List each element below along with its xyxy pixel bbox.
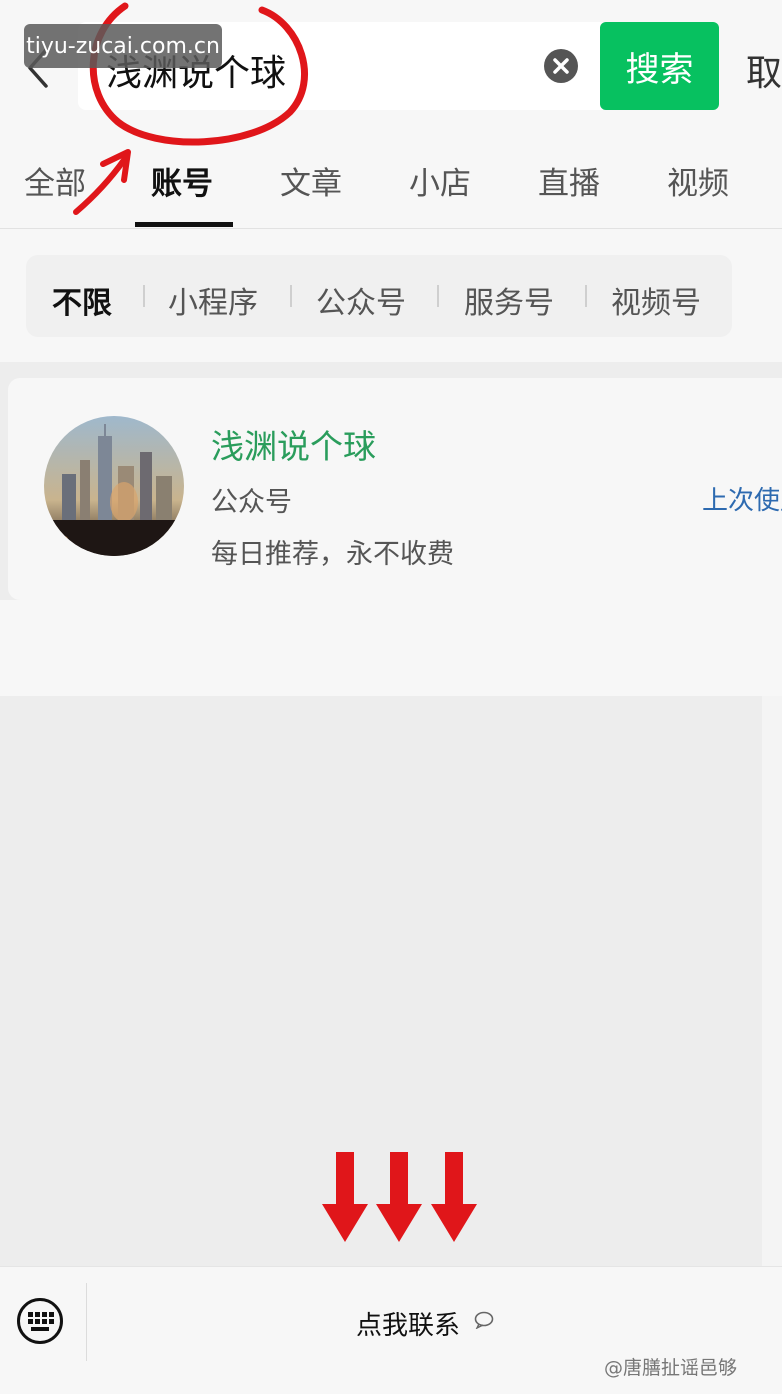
down-arrows-icon (322, 1152, 477, 1242)
filter-official-account[interactable]: 公众号 (316, 278, 406, 322)
keyboard-icon[interactable] (16, 1297, 64, 1345)
credit-watermark: @唐膳扯谣邑够 (604, 1357, 738, 1379)
category-tabs: 全部 账号 文章 小店 直播 视频 (0, 150, 782, 229)
contact-me-button[interactable]: 点我联系 (356, 1305, 460, 1342)
tab-accounts[interactable]: 账号 (151, 158, 213, 203)
tab-shop[interactable]: 小店 (409, 158, 471, 203)
tab-live[interactable]: 直播 (538, 158, 600, 203)
account-type-filter: 不限 小程序 公众号 服务号 视频号 (26, 255, 732, 337)
bottom-divider (86, 1283, 87, 1361)
filter-divider (437, 285, 439, 307)
tab-video[interactable]: 视频 (667, 158, 729, 203)
filter-divider (143, 285, 145, 307)
account-type-label: 公众号 (211, 487, 292, 518)
results-footer-space (0, 600, 782, 696)
filter-divider (585, 285, 587, 307)
filter-mini-program[interactable]: 小程序 (168, 278, 258, 322)
filter-video-account[interactable]: 视频号 (611, 278, 701, 322)
cancel-button[interactable]: 取 (746, 44, 782, 96)
filter-unlimited[interactable]: 不限 (52, 278, 112, 322)
clear-circle-icon[interactable] (544, 49, 578, 83)
account-description: 每日推荐，永不收费 (211, 539, 454, 570)
bottom-bar: 点我联系 @唐膳扯谣邑够 (0, 1266, 782, 1394)
side-strip (762, 696, 782, 1266)
chat-bubble-icon (474, 1311, 494, 1329)
tab-articles[interactable]: 文章 (280, 158, 342, 203)
filter-service-account[interactable]: 服务号 (464, 278, 554, 322)
filter-divider (290, 285, 292, 307)
account-result-card[interactable]: 浅渊说个球 公众号 每日推荐，永不收费 上次使用 (8, 378, 782, 600)
search-button[interactable]: 搜索 (600, 22, 719, 110)
active-tab-indicator (135, 222, 233, 227)
watermark-label: tiyu-zucai.com.cn (24, 24, 222, 68)
tab-all[interactable]: 全部 (24, 158, 86, 203)
account-name[interactable]: 浅渊说个球 (211, 420, 376, 468)
last-used-link[interactable]: 上次使用 (702, 480, 782, 517)
avatar (44, 416, 184, 556)
